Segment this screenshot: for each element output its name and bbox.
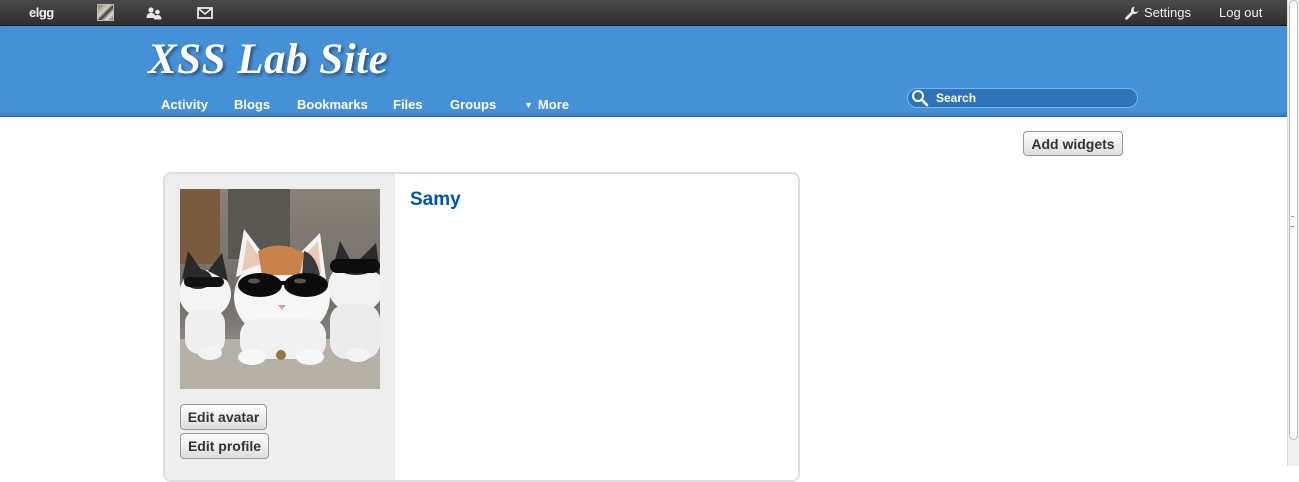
profile-box: Edit avatar Edit profile Samy <box>163 172 800 482</box>
logout-link[interactable]: Log out <box>1219 0 1262 25</box>
settings-link[interactable]: Settings <box>1124 0 1191 25</box>
profile-photo[interactable] <box>180 189 380 389</box>
settings-label: Settings <box>1144 5 1191 20</box>
profile-name[interactable]: Samy <box>410 189 461 211</box>
friends-icon <box>146 6 162 19</box>
menu-item-files[interactable]: Files <box>393 97 423 112</box>
menu-item-activity[interactable]: Activity <box>161 97 208 112</box>
profile-owner-block: Edit avatar Edit profile <box>165 174 395 480</box>
wrench-icon <box>1125 6 1139 20</box>
menu-item-blogs[interactable]: Blogs <box>234 97 270 112</box>
messages-link[interactable] <box>197 0 213 25</box>
magnifier-icon <box>911 89 929 107</box>
vertical-scrollbar[interactable] <box>1287 0 1299 466</box>
site-header: XSS Lab Site Activity Blogs Bookmarks Fi… <box>0 26 1287 117</box>
caret-down-icon: ▼ <box>524 100 533 110</box>
friends-link[interactable] <box>145 0 163 25</box>
user-avatar-link[interactable] <box>97 0 114 25</box>
menu-item-bookmarks[interactable]: Bookmarks <box>297 97 368 112</box>
search-box <box>907 88 1138 108</box>
topbar: elgg Settings Log out <box>0 0 1287 26</box>
scrollbar-grip <box>1291 216 1294 227</box>
edit-profile-button[interactable]: Edit profile <box>180 433 269 459</box>
add-widgets-button[interactable]: Add widgets <box>1023 131 1123 156</box>
elgg-logo[interactable]: elgg <box>29 0 54 25</box>
menu-item-groups[interactable]: Groups <box>450 97 496 112</box>
menu-item-more-label: More <box>537 97 569 112</box>
site-title[interactable]: XSS Lab Site <box>148 35 388 84</box>
edit-avatar-button[interactable]: Edit avatar <box>180 404 267 430</box>
menu-item-more[interactable]: ▼ More <box>524 97 569 112</box>
avatar-thumbnail <box>97 4 114 21</box>
envelope-icon <box>197 6 213 19</box>
search-input[interactable] <box>936 91 1131 105</box>
